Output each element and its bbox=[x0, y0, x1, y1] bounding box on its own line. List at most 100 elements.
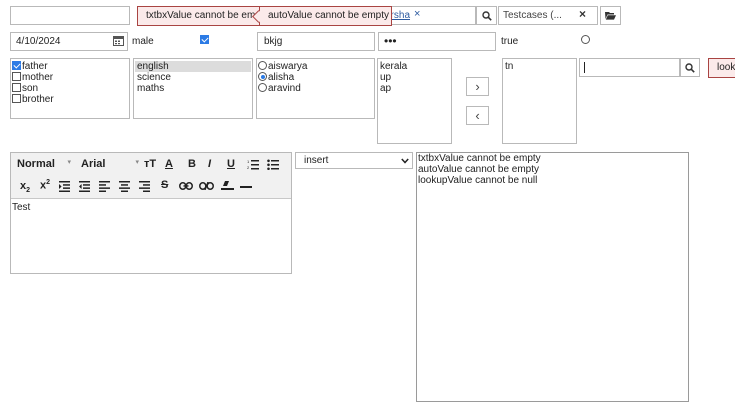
subject-listbox[interactable]: english science maths bbox=[133, 58, 253, 119]
textbox-input[interactable] bbox=[10, 6, 130, 25]
move-right-button[interactable]: › bbox=[466, 77, 489, 96]
checklist-item[interactable]: son bbox=[12, 83, 128, 94]
checklist-label: brother bbox=[22, 94, 54, 105]
date-input[interactable]: 4/10/2024 bbox=[10, 32, 128, 51]
indent-icon[interactable] bbox=[59, 181, 70, 192]
autocomplete-error-text: autoValue cannot be empty bbox=[268, 10, 390, 21]
checklist-checkbox[interactable] bbox=[12, 83, 21, 92]
checklist-item[interactable]: brother bbox=[12, 94, 128, 105]
editor-toolbar: Normal ▾ Arial ▾ тT A B I U 12 x2 x2 S bbox=[11, 153, 291, 199]
listbox-item[interactable]: maths bbox=[135, 83, 251, 94]
subscript-icon[interactable]: x2 bbox=[20, 180, 30, 194]
search-icon bbox=[481, 10, 492, 21]
radio-label: aiswarya bbox=[268, 61, 308, 72]
checklist-label: son bbox=[22, 83, 39, 94]
align-center-icon[interactable] bbox=[119, 181, 130, 192]
log-line: autoValue cannot be empty bbox=[418, 164, 540, 175]
radio-button[interactable] bbox=[258, 72, 267, 81]
textbox-error-tooltip: txtbxValue cannot be empty bbox=[137, 6, 262, 26]
text-input-value: bkjg bbox=[264, 36, 283, 47]
log-line: lookupValue cannot be null bbox=[418, 175, 538, 186]
toggle-label: true bbox=[501, 36, 519, 47]
search-icon bbox=[685, 62, 695, 73]
search-button[interactable] bbox=[476, 6, 497, 25]
checklist-label: mother bbox=[22, 72, 54, 83]
font-dropdown[interactable]: Arial ▾ bbox=[81, 158, 141, 174]
checklist-checkbox[interactable] bbox=[12, 72, 21, 81]
editor-content[interactable]: Test bbox=[11, 200, 291, 273]
move-left-button[interactable]: ‹ bbox=[466, 106, 489, 125]
lookup-error-tooltip: lookupValue cannot be null bbox=[708, 58, 735, 78]
picklist-target-item[interactable]: tn bbox=[505, 61, 575, 72]
font-size-icon[interactable]: тT bbox=[144, 158, 156, 170]
unlink-icon[interactable] bbox=[199, 182, 214, 190]
clear-format-icon[interactable] bbox=[221, 181, 234, 192]
male-label: male bbox=[132, 36, 154, 47]
align-right-icon[interactable] bbox=[139, 181, 150, 192]
checklist-item[interactable]: father bbox=[12, 61, 128, 72]
horizontal-rule-icon[interactable] bbox=[240, 186, 252, 188]
unordered-list-icon[interactable] bbox=[267, 159, 279, 170]
action-select-value: insert bbox=[304, 155, 329, 166]
radio-item[interactable]: alisha bbox=[258, 72, 373, 83]
ordered-list-icon[interactable]: 12 bbox=[247, 159, 259, 170]
toggle-radio[interactable] bbox=[580, 35, 590, 44]
action-select[interactable]: insert bbox=[295, 152, 413, 169]
superscript-icon[interactable]: x2 bbox=[40, 179, 50, 192]
chip-remove-icon[interactable]: × bbox=[414, 7, 420, 22]
radio-button[interactable] bbox=[258, 83, 267, 92]
text-input[interactable]: bkjg bbox=[257, 32, 375, 51]
autocomplete-error-tooltip: autoValue cannot be empty bbox=[259, 6, 392, 26]
log-line: txtbxValue cannot be empty bbox=[418, 153, 541, 164]
picklist-source-item[interactable]: ap bbox=[380, 83, 450, 94]
listbox-item[interactable]: english bbox=[135, 61, 251, 72]
date-value: 4/10/2024 bbox=[16, 36, 61, 47]
radio-item[interactable]: aiswarya bbox=[258, 61, 373, 72]
picklist-target[interactable]: tn bbox=[502, 58, 577, 144]
chevron-left-icon: ‹ bbox=[475, 108, 480, 123]
checkbox-list: father mother son brother bbox=[10, 58, 130, 119]
folder-open-icon bbox=[605, 12, 616, 20]
rich-text-editor: Normal ▾ Arial ▾ тT A B I U 12 x2 x2 S T… bbox=[10, 152, 292, 274]
lookup-search-button[interactable] bbox=[680, 58, 700, 77]
open-folder-button[interactable] bbox=[600, 6, 621, 25]
testcase-dropdown-value: Testcases (... bbox=[503, 10, 562, 21]
bold-icon[interactable]: B bbox=[188, 158, 196, 170]
calendar-icon bbox=[113, 36, 124, 46]
align-left-icon[interactable] bbox=[99, 181, 110, 192]
outdent-icon[interactable] bbox=[79, 181, 90, 192]
checklist-item[interactable]: mother bbox=[12, 72, 128, 83]
radio-label: alisha bbox=[268, 72, 295, 83]
checklist-label: father bbox=[22, 61, 48, 72]
lookup-input[interactable] bbox=[579, 58, 680, 77]
checklist-checkbox[interactable] bbox=[12, 94, 21, 103]
dropdown-clear-icon[interactable]: × bbox=[579, 8, 586, 21]
chevron-down-icon bbox=[401, 158, 409, 164]
password-input[interactable]: ••• bbox=[378, 32, 496, 51]
font-dropdown-value: Arial bbox=[81, 158, 106, 170]
password-value: ••• bbox=[384, 34, 397, 48]
radio-label: aravind bbox=[268, 83, 301, 94]
calendar-button[interactable] bbox=[113, 35, 126, 48]
strikethrough-icon[interactable]: S bbox=[161, 179, 168, 191]
link-icon[interactable] bbox=[179, 182, 193, 190]
error-log-textarea[interactable]: txtbxValue cannot be empty autoValue can… bbox=[416, 152, 689, 402]
text-caret bbox=[584, 62, 585, 73]
svg-text:2: 2 bbox=[247, 165, 250, 170]
male-checkbox[interactable] bbox=[200, 35, 209, 44]
underline-icon[interactable]: U bbox=[227, 158, 235, 170]
picklist-source-item[interactable]: kerala bbox=[380, 61, 450, 72]
radio-button[interactable] bbox=[258, 61, 267, 70]
svg-text:1: 1 bbox=[247, 159, 250, 164]
format-dropdown-value: Normal bbox=[17, 158, 55, 170]
format-dropdown[interactable]: Normal ▾ bbox=[17, 158, 73, 174]
listbox-item[interactable]: science bbox=[135, 72, 251, 83]
chevron-right-icon: › bbox=[475, 79, 480, 94]
picklist-source-item[interactable]: up bbox=[380, 72, 450, 83]
radio-item[interactable]: aravind bbox=[258, 83, 373, 94]
italic-icon[interactable]: I bbox=[208, 158, 211, 170]
checklist-checkbox[interactable] bbox=[12, 61, 21, 70]
font-color-icon[interactable]: A bbox=[165, 158, 173, 170]
picklist-source[interactable]: kerala up ap bbox=[377, 58, 452, 144]
lookup-error-text: lookupValue cannot be null bbox=[717, 62, 735, 73]
